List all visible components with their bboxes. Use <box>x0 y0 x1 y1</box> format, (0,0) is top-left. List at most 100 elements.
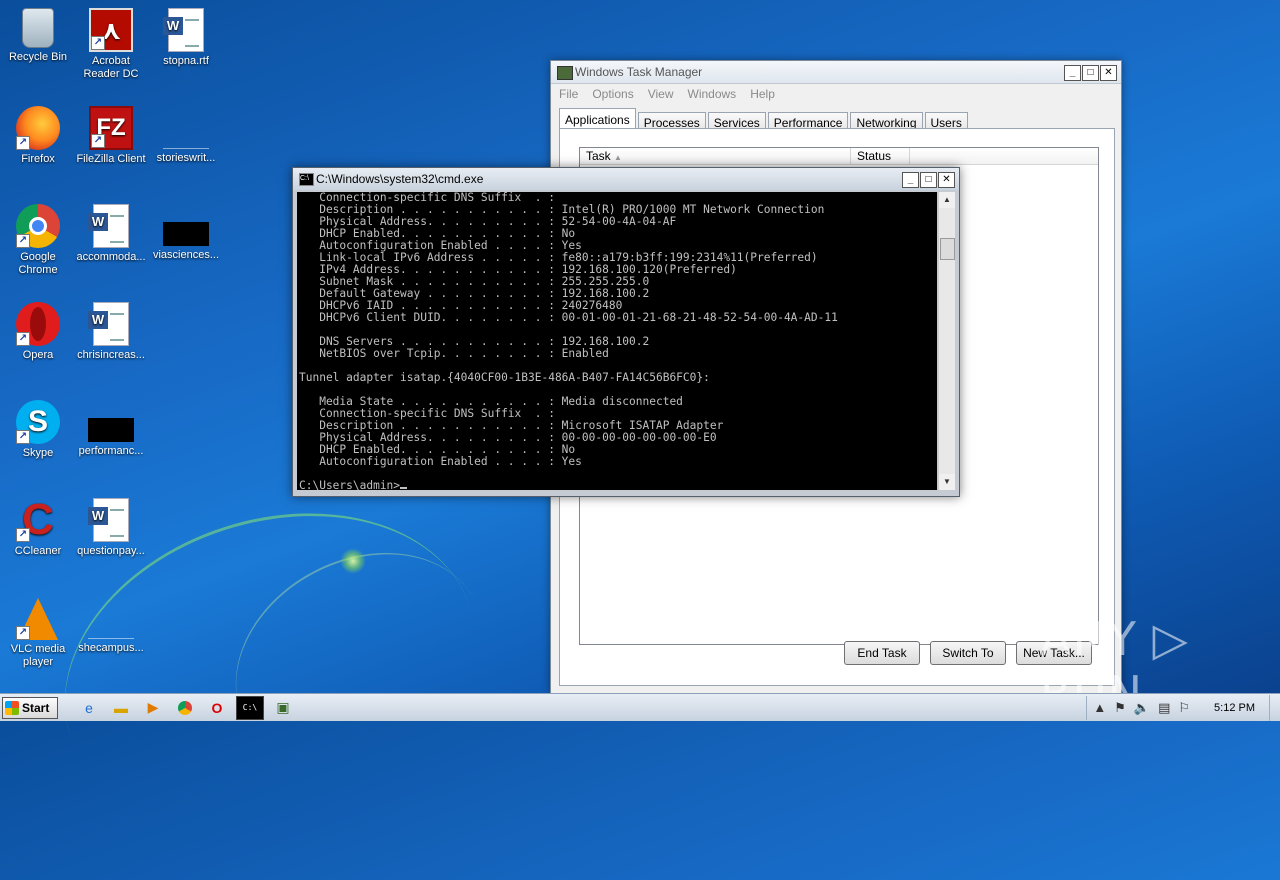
blank-file-icon <box>163 124 209 149</box>
desktop-icon-label: questionpay... <box>77 545 145 557</box>
window-title: C:\Windows\system32\cmd.exe <box>316 172 484 186</box>
desktop-icon-label: performanc... <box>78 445 144 457</box>
task-manager-titlebar[interactable]: Windows Task Manager _ □ ✕ <box>551 61 1121 84</box>
desktop-icon-vlc[interactable]: ↗ VLC media player <box>0 596 76 669</box>
desktop-icon-storieswrit[interactable]: storieswrit... <box>148 106 224 165</box>
network-icon[interactable]: ▤ <box>1158 700 1170 716</box>
word-document-icon: W <box>88 302 129 346</box>
black-file-icon <box>88 418 134 442</box>
scroll-down-icon[interactable]: ▼ <box>939 474 955 490</box>
desktop-icon-label: shecampus... <box>78 642 144 654</box>
text-cursor <box>400 487 408 489</box>
show-desktop-button[interactable] <box>1269 694 1280 721</box>
action-center-icon[interactable]: ⚑ <box>1114 700 1126 716</box>
shortcut-arrow-icon: ↗ <box>16 626 30 640</box>
desktop-icon-accommoda[interactable]: W accommoda... <box>73 204 149 264</box>
internet-explorer-icon[interactable]: e <box>76 697 102 719</box>
desktop-icon-label: accommoda... <box>76 251 146 263</box>
desktop-icon-viasciences[interactable]: viasciences... <box>148 204 224 262</box>
desktop-icon-label: VLC media player <box>10 643 66 668</box>
maximize-button[interactable]: □ <box>1082 65 1099 81</box>
desktop-icon-label: Google Chrome <box>18 251 58 276</box>
column-task[interactable]: Task ▲ <box>580 148 851 164</box>
clock[interactable]: 5:12 PM <box>1214 702 1255 714</box>
desktop-icon-label: stopna.rtf <box>163 55 209 67</box>
shortcut-arrow-icon: ↗ <box>16 528 30 542</box>
menu-file[interactable]: File <box>559 87 578 101</box>
chrome-icon: ↗ <box>16 204 60 248</box>
task-list-header: Task ▲ Status <box>580 148 1098 165</box>
desktop-icon-filezilla[interactable]: FZ ↗ FileZilla Client <box>73 106 149 166</box>
acrobat-reader-icon: ⋏ ↗ <box>89 8 133 52</box>
chrome-taskbar-icon[interactable] <box>172 697 198 719</box>
desktop-icon-chrome[interactable]: ↗ Google Chrome <box>0 204 76 277</box>
end-task-button[interactable]: End Task <box>844 641 920 665</box>
maximize-button[interactable]: □ <box>920 172 937 188</box>
ccleaner-icon: C ↗ <box>16 498 60 542</box>
desktop-icon-label: storieswrit... <box>156 152 216 164</box>
desktop-icon-skype[interactable]: S ↗ Skype <box>0 400 76 460</box>
sort-arrow-icon: ▲ <box>614 153 622 162</box>
desktop-icon-questionpay[interactable]: W questionpay... <box>73 498 149 558</box>
recycle-bin-icon <box>22 8 54 48</box>
scroll-up-icon[interactable]: ▲ <box>939 192 955 208</box>
shortcut-arrow-icon: ↗ <box>16 136 30 150</box>
volume-icon[interactable]: 🔈 <box>1134 700 1150 716</box>
vlc-icon: ↗ <box>16 596 60 640</box>
desktop-icon-firefox[interactable]: ↗ Firefox <box>0 106 76 166</box>
desktop-icon-stopna[interactable]: W stopna.rtf <box>148 8 224 68</box>
minimize-button[interactable]: _ <box>902 172 919 188</box>
menu-windows[interactable]: Windows <box>688 87 737 101</box>
menu-options[interactable]: Options <box>592 87 633 101</box>
cmd-titlebar[interactable]: C:\ C:\Windows\system32\cmd.exe _ □ ✕ <box>293 168 959 190</box>
close-button[interactable]: ✕ <box>1100 65 1117 81</box>
wallpaper-flare <box>340 548 366 574</box>
task-manager-taskbar-icon[interactable]: ▣ <box>270 697 296 719</box>
desktop-icon-shecampus[interactable]: shecampus... <box>73 596 149 655</box>
desktop-icon-label: CCleaner <box>14 545 62 557</box>
desktop-icon-label: Recycle Bin <box>8 51 68 63</box>
console-output[interactable]: Connection-specific DNS Suffix . : Descr… <box>297 192 937 490</box>
cmd-taskbar-icon[interactable]: C:\ <box>236 695 264 720</box>
desktop-icon-performanc[interactable]: performanc... <box>73 400 149 458</box>
show-hidden-icons-icon[interactable]: ▲ <box>1093 700 1106 715</box>
minimize-button[interactable]: _ <box>1064 65 1081 81</box>
desktop-icon-label: viasciences... <box>152 249 220 261</box>
start-button[interactable]: Start <box>2 696 58 719</box>
shortcut-arrow-icon: ↗ <box>16 234 30 248</box>
opera-icon: ↗ <box>16 302 60 346</box>
flag-icon[interactable]: ⚐ <box>1178 700 1190 716</box>
shortcut-arrow-icon: ↗ <box>91 36 105 50</box>
windows-logo-icon <box>5 700 19 715</box>
black-file-icon <box>163 222 209 246</box>
cmd-window[interactable]: C:\ C:\Windows\system32\cmd.exe _ □ ✕ Co… <box>292 167 960 497</box>
desktop-icon-label: chrisincreas... <box>77 349 145 361</box>
close-button[interactable]: ✕ <box>938 172 955 188</box>
desktop-icon-opera[interactable]: ↗ Opera <box>0 302 76 362</box>
desktop-icon-ccleaner[interactable]: C ↗ CCleaner <box>0 498 76 558</box>
file-explorer-icon[interactable]: ▬ <box>108 697 134 719</box>
desktop-icon-recycle-bin[interactable]: Recycle Bin <box>0 8 76 64</box>
word-document-icon: W <box>88 498 129 542</box>
taskbar: Start e ▬ ▶ O C:\ ▣ ▲ ⚑ 🔈 ▤ ⚐ 5:12 PM <box>0 693 1280 721</box>
switch-to-button[interactable]: Switch To <box>930 641 1006 665</box>
opera-taskbar-icon[interactable]: O <box>204 697 230 719</box>
shortcut-arrow-icon: ↗ <box>16 332 30 346</box>
word-document-icon: W <box>88 204 129 248</box>
desktop-icon-acrobat[interactable]: ⋏ ↗ Acrobat Reader DC <box>73 8 149 81</box>
scroll-thumb[interactable] <box>940 238 955 260</box>
menu-help[interactable]: Help <box>750 87 775 101</box>
desktop-icon-chrisincreas[interactable]: W chrisincreas... <box>73 302 149 362</box>
desktop-icon-label: Acrobat Reader DC <box>83 55 139 80</box>
menu-bar: File Options View Windows Help <box>551 84 1121 104</box>
menu-view[interactable]: View <box>648 87 674 101</box>
blank-file-icon <box>88 614 134 639</box>
vertical-scrollbar[interactable]: ▲ ▼ <box>938 192 955 490</box>
word-document-icon: W <box>163 8 204 52</box>
desktop-icon-label: Firefox <box>21 153 55 165</box>
firefox-icon: ↗ <box>16 106 60 150</box>
console-text: Connection-specific DNS Suffix . : Descr… <box>299 192 838 490</box>
media-player-icon[interactable]: ▶ <box>140 697 166 719</box>
column-status[interactable]: Status <box>851 148 910 164</box>
desktop-icon-label: FileZilla Client <box>76 153 146 165</box>
